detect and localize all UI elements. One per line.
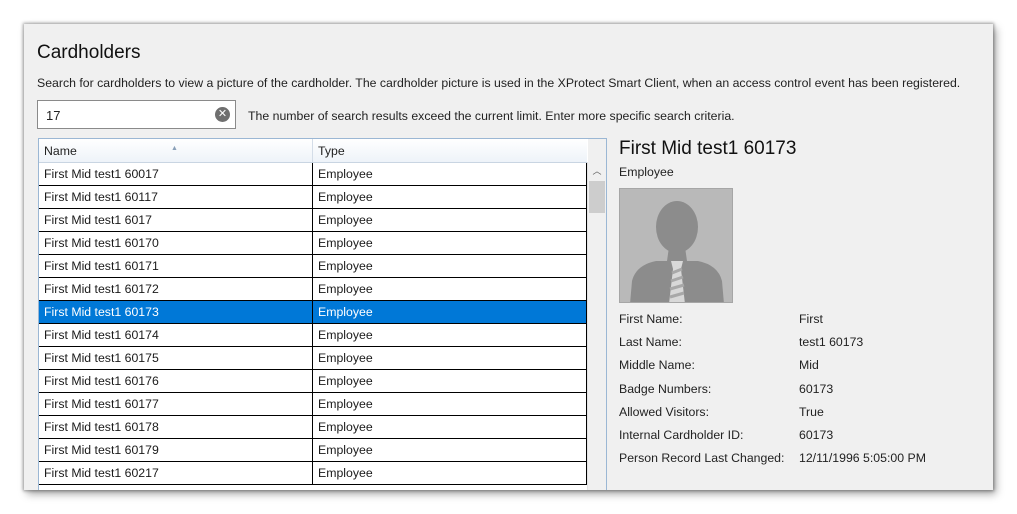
person-silhouette-icon	[619, 188, 733, 303]
cardholder-grid[interactable]: Name ▲ Type First Mid test1 60017 Employe…	[38, 138, 607, 490]
scroll-corner	[588, 139, 606, 162]
search-limit-message: The number of search results exceed the …	[248, 109, 735, 123]
cell-type: Employee	[313, 232, 587, 254]
table-row[interactable]: First Mid test1 60179 Employee	[39, 439, 587, 462]
cell-name: First Mid test1 60117	[39, 186, 313, 208]
cell-name: First Mid test1 60176	[39, 370, 313, 392]
field-label: First Name:	[619, 312, 683, 326]
table-row[interactable]: First Mid test1 60017 Employee	[39, 163, 587, 186]
field-value: 12/11/1996 5:05:00 PM	[799, 451, 926, 466]
grid-header: Name ▲ Type	[39, 139, 587, 163]
field-value: First	[799, 312, 823, 326]
cell-name: First Mid test1 60178	[39, 416, 313, 438]
column-header-type[interactable]: Type	[313, 139, 587, 162]
field-label: Allowed Visitors:	[619, 404, 709, 419]
search-box[interactable]: ✕	[37, 100, 236, 129]
table-row[interactable]: First Mid test1 60171 Employee	[39, 255, 587, 278]
table-row[interactable]: First Mid test1 60174 Employee	[39, 324, 587, 347]
cell-type: Employee	[313, 278, 587, 300]
table-row[interactable]: First Mid test1 60172 Employee	[39, 278, 587, 301]
field-label: Person Record Last Changed:	[619, 451, 785, 466]
cell-type: Employee	[313, 186, 587, 208]
table-row[interactable]: First Mid test1 60175 Employee	[39, 347, 587, 370]
field-value: test1 60173	[799, 335, 864, 350]
table-row[interactable]: First Mid test1 60176 Employee	[39, 370, 587, 393]
page-description: Search for cardholders to view a picture…	[37, 76, 961, 90]
field-label: Last Name:	[619, 335, 682, 350]
cardholder-name-heading: First Mid test1 60173	[619, 138, 797, 159]
page-title: Cardholders	[37, 42, 141, 63]
table-row[interactable]: First Mid test1 60217 Employee	[39, 462, 587, 485]
cell-name: First Mid test1 60174	[39, 324, 313, 346]
cell-type: Employee	[313, 416, 587, 438]
scroll-thumb[interactable]	[589, 181, 605, 213]
table-row[interactable]: First Mid test1 60173 Employee	[39, 301, 587, 324]
cell-name: First Mid test1 60172	[39, 278, 313, 300]
field-value: True	[799, 404, 824, 419]
field-label: Internal Cardholder ID:	[619, 428, 744, 442]
table-row[interactable]: First Mid test1 60117 Employee	[39, 186, 587, 209]
cell-type: Employee	[313, 462, 587, 484]
column-header-name-label: Name	[44, 144, 77, 158]
table-row[interactable]: First Mid test1 60177 Employee	[39, 393, 587, 416]
cell-name: First Mid test1 60217	[39, 462, 313, 484]
scroll-up-arrow-icon[interactable]: ︿	[588, 162, 606, 180]
cell-name: First Mid test1 60179	[39, 439, 313, 461]
field-value: 60173	[799, 428, 834, 442]
cardholder-type: Employee	[619, 165, 674, 179]
column-header-type-label: Type	[318, 144, 345, 158]
sort-ascending-icon: ▲	[171, 145, 178, 152]
table-row[interactable]: First Mid test1 60170 Employee	[39, 232, 587, 255]
cell-type: Employee	[313, 439, 587, 461]
cell-type: Employee	[313, 209, 587, 231]
cell-type: Employee	[313, 324, 587, 346]
cell-type: Employee	[313, 163, 587, 185]
field-label: Middle Name:	[619, 358, 695, 373]
cell-type: Employee	[313, 255, 587, 277]
table-row[interactable]: First Mid test1 6017 Employee	[39, 209, 587, 232]
cell-name: First Mid test1 60171	[39, 255, 313, 277]
cell-type: Employee	[313, 370, 587, 392]
cell-type: Employee	[313, 347, 587, 369]
table-row[interactable]: First Mid test1 60178 Employee	[39, 416, 587, 439]
cell-name: First Mid test1 60017	[39, 163, 313, 185]
field-label: Badge Numbers:	[619, 381, 712, 396]
grid-rows: First Mid test1 60017 Employee First Mid t…	[39, 163, 587, 485]
cell-name: First Mid test1 60170	[39, 232, 313, 254]
cell-name: First Mid test1 6017	[39, 209, 313, 231]
cell-name: First Mid test1 60177	[39, 393, 313, 415]
field-value: 60173	[799, 381, 834, 396]
cell-type: Employee	[313, 301, 587, 323]
search-input[interactable]	[46, 106, 206, 124]
cardholders-panel: Cardholders Search for cardholders to vi…	[24, 24, 993, 490]
field-value: Mid	[799, 358, 819, 373]
cell-name: First Mid test1 60175	[39, 347, 313, 369]
clear-circle-icon[interactable]: ✕	[215, 107, 230, 122]
cell-name: First Mid test1 60173	[39, 301, 313, 323]
column-header-name[interactable]: Name ▲	[39, 139, 313, 162]
vertical-scrollbar[interactable]: ︿	[587, 162, 606, 490]
cell-type: Employee	[313, 393, 587, 415]
